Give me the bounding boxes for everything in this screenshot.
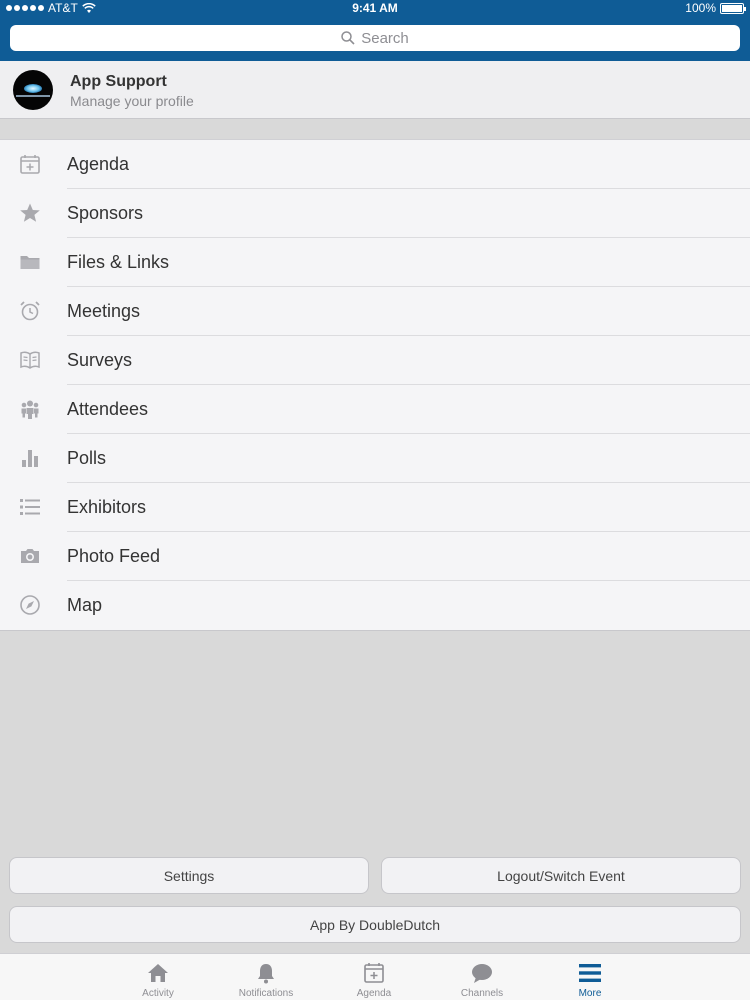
book-icon [19,349,41,371]
menu-item-label: Meetings [67,301,141,321]
tab-label: Channels [460,988,504,999]
app-header: AT&T 9:41 AM 100% Search [0,0,750,61]
bar-chart-icon [19,447,41,469]
tab-bar: Activity Notifications Agenda Channels M… [0,953,750,1000]
menu-item-label: Map [67,595,103,615]
avatar [13,70,53,110]
calendar-icon [19,153,41,175]
menu-item-meetings[interactable]: Meetings [0,287,750,336]
menu-item-label: Sponsors [67,203,144,223]
menu-item-photo-feed[interactable]: Photo Feed [0,532,750,581]
tab-notifications[interactable]: Notifications [221,954,311,1000]
tab-label: Notifications [238,988,294,999]
tab-label: Agenda [356,988,392,999]
battery-icon [720,2,746,14]
bell-icon [254,962,278,989]
camera-icon [19,545,41,567]
menu-item-surveys[interactable]: Surveys [0,336,750,385]
menu-item-label: Attendees [67,399,149,419]
menu-item-exhibitors[interactable]: Exhibitors [0,483,750,532]
tab-label: Activity [142,988,174,999]
menu-item-agenda[interactable]: Agenda [0,140,750,189]
menu-item-attendees[interactable]: Attendees [0,385,750,434]
battery-percent: 100% [685,1,716,15]
folder-icon [19,251,41,273]
menu-item-label: Polls [67,448,107,468]
alarm-clock-icon [19,300,41,322]
search-placeholder: Search [361,29,409,47]
search-bar[interactable]: Search [10,25,740,51]
menu-item-label: Photo Feed [67,546,161,566]
menu-item-map[interactable]: Map [0,581,750,630]
logout-switch-event-button[interactable]: Logout/Switch Event [381,857,741,894]
profile-row[interactable]: App Support Manage your profile [0,61,750,119]
tab-agenda[interactable]: Agenda [329,954,419,1000]
app-by-doubledutch-button[interactable]: App By DoubleDutch [9,906,741,943]
search-icon [341,31,355,45]
status-bar: AT&T 9:41 AM 100% [0,0,750,16]
home-icon [146,962,170,989]
menu-item-label: Files & Links [67,252,170,272]
compass-icon [19,594,41,616]
menu-icon [578,962,602,989]
tab-more[interactable]: More [545,954,635,1000]
clock: 9:41 AM [352,1,398,15]
menu-item-label: Exhibitors [67,497,147,517]
calendar-icon [362,962,386,989]
chat-bubble-icon [470,962,494,989]
tab-channels[interactable]: Channels [437,954,527,1000]
star-icon [19,202,41,224]
menu-item-polls[interactable]: Polls [0,434,750,483]
tab-label: More [578,988,602,999]
profile-name: App Support [70,73,167,90]
people-icon [19,398,41,420]
list-icon [19,496,41,518]
menu-item-label: Surveys [67,350,133,370]
profile-subtitle: Manage your profile [70,93,194,109]
more-menu-list: Agenda Sponsors Files & Links Meetings S… [0,139,750,631]
menu-item-files-links[interactable]: Files & Links [0,238,750,287]
menu-item-sponsors[interactable]: Sponsors [0,189,750,238]
tab-activity[interactable]: Activity [113,954,203,1000]
menu-item-label: Agenda [67,154,130,174]
settings-button[interactable]: Settings [9,857,369,894]
